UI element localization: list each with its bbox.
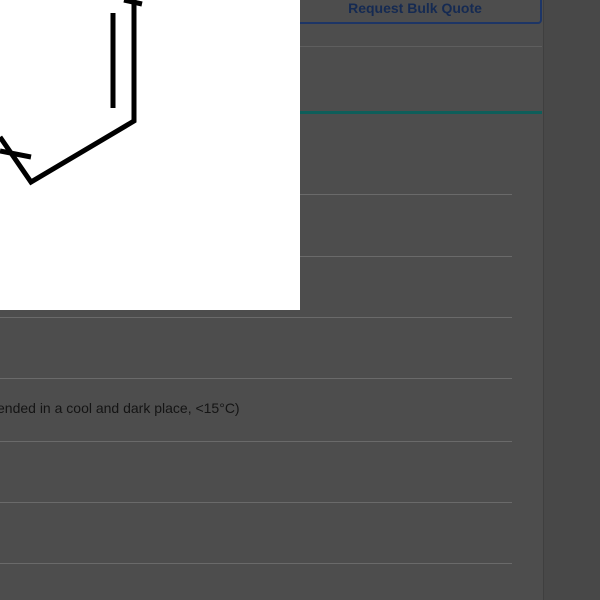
structure-image-panel[interactable] [0,0,300,310]
active-tab-indicator [300,111,542,114]
action-divider [300,46,542,47]
spec-row-divider [0,378,512,379]
spec-row-divider [0,317,512,318]
spec-row-divider [300,194,512,195]
spec-row-divider [300,256,512,257]
product-page-viewport: Request Bulk Quote ended in a cool and d… [0,0,600,600]
page-scroll-gutter [543,0,600,600]
request-bulk-quote-button[interactable]: Request Bulk Quote [288,0,542,24]
spec-row-divider [0,502,512,503]
spec-row-divider [0,563,512,564]
spec-row-divider [0,441,512,442]
storage-condition-value: ended in a cool and dark place, <15°C) [0,400,240,416]
chemical-structure-drawing [0,0,143,186]
